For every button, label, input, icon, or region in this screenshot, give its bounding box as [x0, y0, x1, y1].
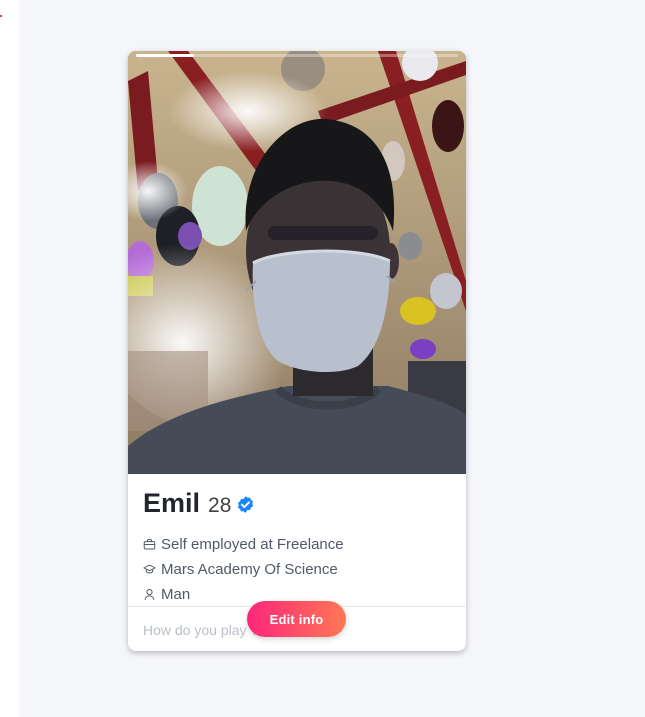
- photo-progress-fill: [136, 54, 194, 57]
- person-icon: [143, 588, 156, 601]
- profile-card[interactable]: Emil 28 Self employed at Freelance Mars …: [128, 51, 466, 651]
- photo-progress-track: [136, 54, 458, 57]
- profile-age: 28: [208, 494, 232, 517]
- graduation-cap-icon: [143, 563, 156, 576]
- left-margin: [0, 0, 19, 717]
- detail-gender: Man: [143, 586, 190, 603]
- briefcase-icon: [143, 538, 156, 551]
- profile-name: Emil: [143, 488, 201, 518]
- profile-photo-image: [128, 51, 466, 474]
- detail-job: Self employed at Freelance: [143, 536, 344, 553]
- name-row: Emil 28: [143, 488, 255, 519]
- detail-school-text: Mars Academy Of Science: [161, 561, 338, 578]
- detail-school: Mars Academy Of Science: [143, 561, 338, 578]
- detail-job-text: Self employed at Freelance: [161, 536, 344, 553]
- edit-info-button[interactable]: Edit info: [247, 601, 346, 637]
- detail-gender-text: Man: [161, 586, 191, 603]
- profile-photo[interactable]: [128, 51, 466, 474]
- verified-badge-icon: [236, 495, 255, 514]
- decorative-dot: [0, 15, 2, 17]
